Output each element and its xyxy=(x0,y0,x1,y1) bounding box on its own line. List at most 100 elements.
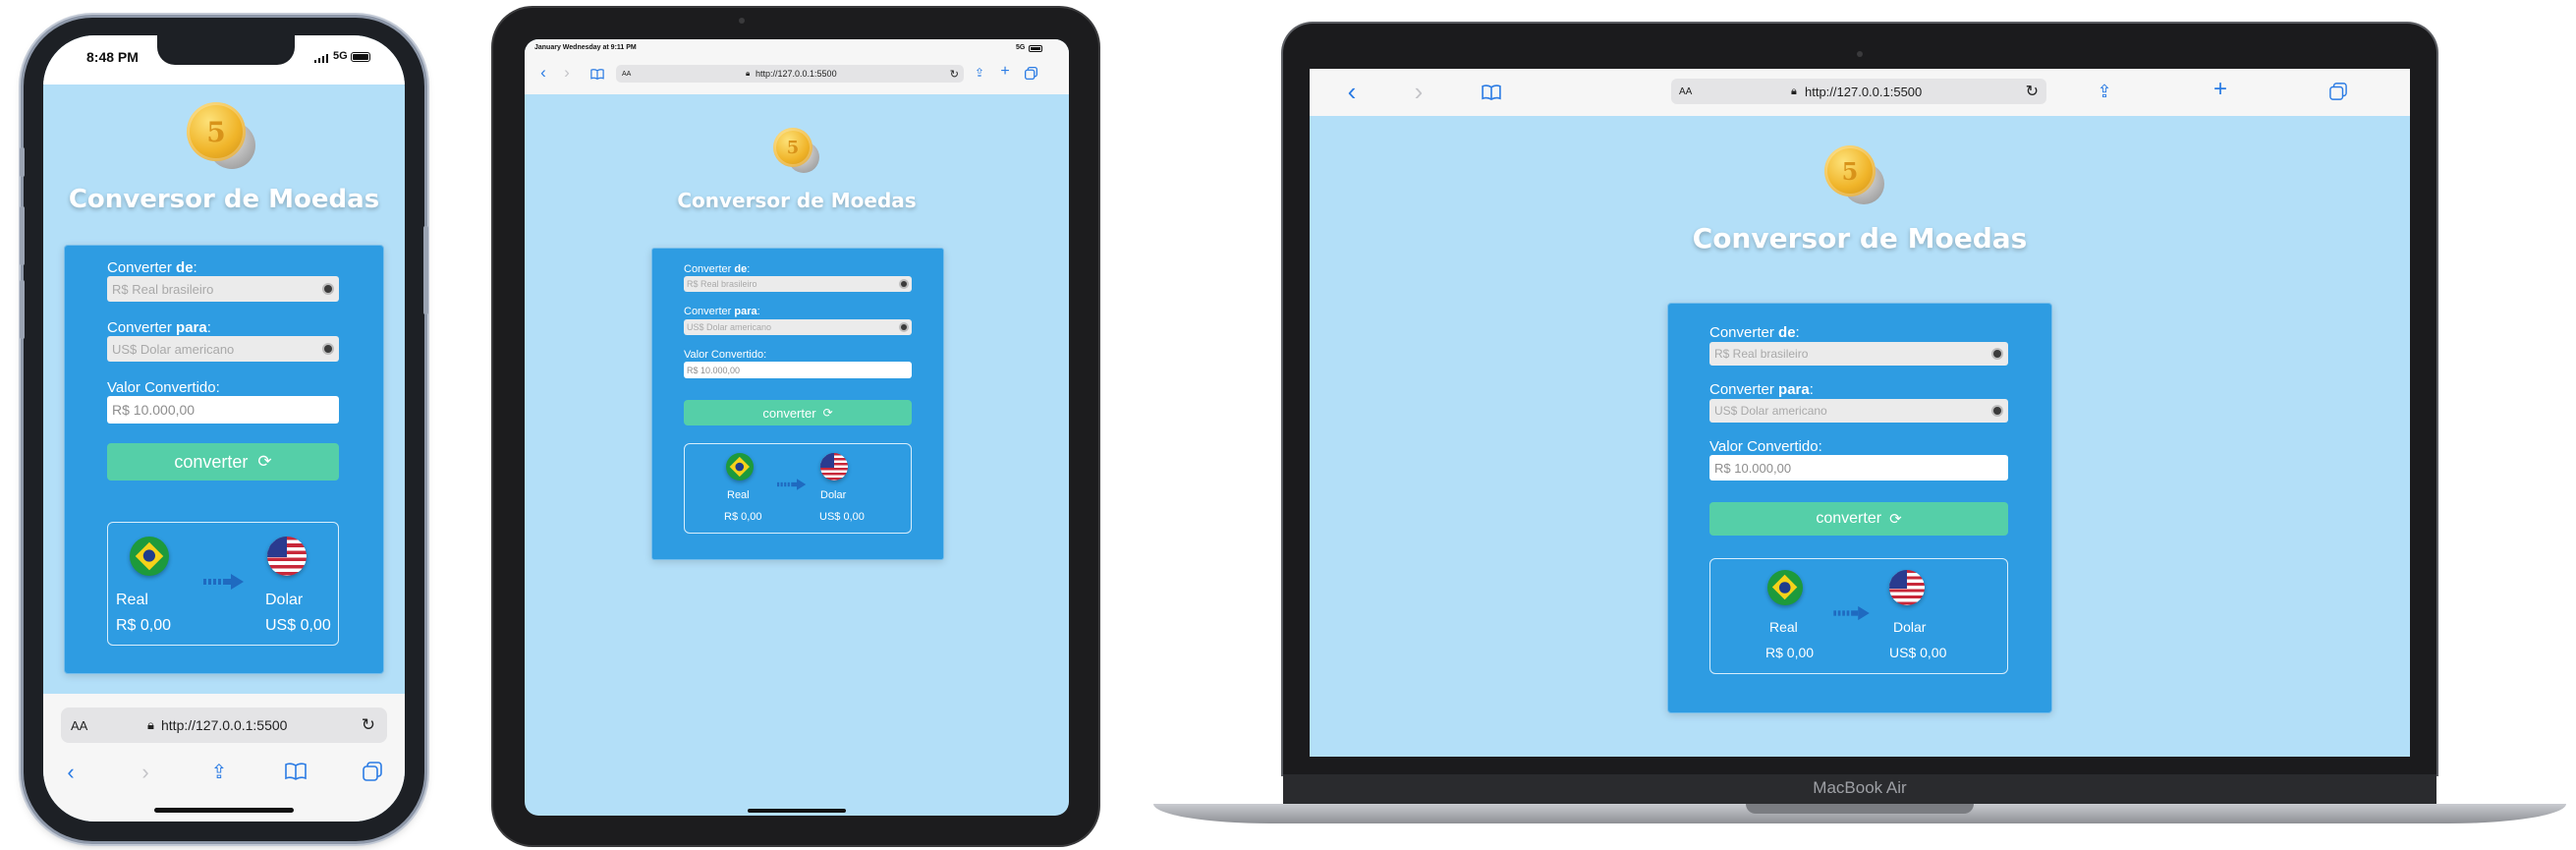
tablet-camera xyxy=(739,18,745,24)
text-size-button[interactable]: AA xyxy=(622,71,631,78)
address-bar[interactable]: AA 🔒︎ http://127.0.0.1:5500 ↻ xyxy=(616,65,964,83)
to-label: Converter para: xyxy=(684,306,760,317)
select-arrow-icon xyxy=(901,281,907,287)
tabs-icon[interactable] xyxy=(1024,66,1037,80)
from-currency-amount: R$ 0,00 xyxy=(1765,645,1815,660)
tabs-icon[interactable] xyxy=(2327,81,2349,102)
convert-button[interactable]: converter ⟳ xyxy=(107,443,339,481)
back-icon[interactable]: ‹ xyxy=(1341,77,1363,106)
brazil-flag-icon xyxy=(726,453,754,481)
text-size-button[interactable]: AA xyxy=(71,718,87,733)
to-currency-amount: US$ 0,00 xyxy=(819,511,865,523)
laptop-camera xyxy=(1857,51,1863,57)
lock-icon: 🔒︎ xyxy=(746,69,751,78)
coin-icon: 5 xyxy=(768,124,827,183)
page-title: Conversor de Moedas xyxy=(677,189,917,212)
convert-button-label: converter xyxy=(174,451,249,472)
to-currency-select[interactable]: US$ Dolar americano xyxy=(1709,399,2008,423)
converted-label: Valor Convertido: xyxy=(684,349,767,361)
laptop-screen: ‹ › AA 🔒︎ http://127.0.0.1:5500 ↻ ⇪ + 5 … xyxy=(1310,69,2410,757)
book-icon[interactable] xyxy=(1481,83,1502,102)
forward-icon[interactable]: › xyxy=(560,63,574,82)
macbook-opening-notch xyxy=(1746,804,1974,814)
address-bar[interactable]: AA 🔒︎ http://127.0.0.1:5500 ↻ xyxy=(61,708,387,743)
reload-icon[interactable]: ↻ xyxy=(950,68,959,81)
network-type: 5G xyxy=(333,50,348,62)
phone-silent-switch xyxy=(20,147,25,177)
share-icon[interactable]: ⇪ xyxy=(973,66,986,80)
sync-icon: ⟳ xyxy=(257,452,272,471)
page-title: Conversor de Moedas xyxy=(68,185,380,214)
tabs-icon[interactable] xyxy=(360,759,385,784)
page-title: Conversor de Moedas xyxy=(1692,222,2028,255)
tablet-network: 5G xyxy=(1016,44,1026,51)
from-currency-name: Real xyxy=(727,489,750,501)
brazil-flag-icon xyxy=(1767,570,1803,605)
converted-value-input[interactable]: R$ 10.000,00 xyxy=(684,362,912,378)
tablet-screen: January Wednesday at 9:11 PM 5G ‹ › AA 🔒… xyxy=(525,39,1069,816)
home-indicator xyxy=(748,809,846,813)
sync-icon: ⟳ xyxy=(822,406,833,420)
from-currency-amount: R$ 0,00 xyxy=(724,511,762,523)
signal-icon xyxy=(314,53,330,63)
from-currency-name: Real xyxy=(116,592,148,608)
converted-value-input[interactable]: R$ 10.000,00 xyxy=(107,396,339,424)
phone-power-button xyxy=(423,226,428,314)
select-arrow-icon xyxy=(324,345,332,353)
text-size-button[interactable]: AA xyxy=(1679,86,1692,97)
url-text: http://127.0.0.1:5500 xyxy=(1805,84,1923,99)
plus-icon[interactable]: + xyxy=(2210,76,2231,102)
lock-icon: 🔒︎ xyxy=(1791,85,1797,97)
share-icon[interactable]: ⇪ xyxy=(2094,81,2115,102)
phone-screen: 8:48 PM 5G 5 Conversor de Moedas Convert… xyxy=(43,35,405,822)
arrow-right-icon xyxy=(1833,605,1870,621)
phone-notch xyxy=(157,35,295,65)
battery-icon xyxy=(1029,45,1042,52)
share-icon[interactable]: ⇪ xyxy=(206,759,232,784)
converted-label: Valor Convertido: xyxy=(1709,438,1822,455)
reload-icon[interactable]: ↻ xyxy=(362,715,375,735)
forward-icon[interactable]: › xyxy=(1408,77,1429,106)
brazil-flag-icon xyxy=(130,537,169,576)
macbook-model-label: MacBook Air xyxy=(1813,778,1907,797)
select-arrow-icon xyxy=(1993,407,2001,415)
tablet-status-left: January Wednesday at 9:11 PM xyxy=(534,44,637,51)
to-currency-name: Dolar xyxy=(820,489,847,501)
select-arrow-icon xyxy=(901,324,907,330)
book-icon[interactable] xyxy=(283,759,308,784)
phone-volume-up xyxy=(20,206,25,265)
to-currency-select[interactable]: US$ Dolar americano xyxy=(107,336,339,362)
from-currency-amount: R$ 0,00 xyxy=(116,617,172,634)
coin-icon: 5 xyxy=(179,94,267,183)
from-currency-select[interactable]: R$ Real brasileiro xyxy=(1709,342,2008,366)
back-icon[interactable]: ‹ xyxy=(536,63,550,82)
address-bar[interactable]: AA 🔒︎ http://127.0.0.1:5500 ↻ xyxy=(1671,79,2046,104)
to-currency-amount: US$ 0,00 xyxy=(265,617,331,634)
convert-button[interactable]: converter ⟳ xyxy=(1709,502,2008,536)
from-currency-select[interactable]: R$ Real brasileiro xyxy=(684,276,912,292)
converted-label: Valor Convertido: xyxy=(107,379,220,396)
from-label: Converter de: xyxy=(107,259,197,276)
battery-icon xyxy=(351,52,370,62)
usa-flag-icon xyxy=(1889,570,1925,605)
phone-time: 8:48 PM xyxy=(86,49,139,65)
forward-icon[interactable]: › xyxy=(134,760,157,784)
convert-button[interactable]: converter ⟳ xyxy=(684,400,912,425)
home-indicator xyxy=(154,808,294,813)
usa-flag-icon xyxy=(267,537,307,576)
url-text: http://127.0.0.1:5500 xyxy=(161,717,288,733)
to-label: Converter para: xyxy=(1709,381,1814,398)
to-currency-select[interactable]: US$ Dolar americano xyxy=(684,319,912,335)
select-arrow-icon xyxy=(324,285,332,293)
convert-button-label: converter xyxy=(762,405,816,421)
url-text: http://127.0.0.1:5500 xyxy=(756,69,837,79)
reload-icon[interactable]: ↻ xyxy=(2026,82,2039,101)
book-icon[interactable] xyxy=(589,67,605,81)
plus-icon[interactable]: + xyxy=(998,63,1012,80)
coin-icon: 5 xyxy=(1818,140,1896,218)
from-currency-select[interactable]: R$ Real brasileiro xyxy=(107,276,339,302)
converted-value-input[interactable]: R$ 10.000,00 xyxy=(1709,455,2008,481)
to-currency-name: Dolar xyxy=(265,592,304,608)
phone-volume-down xyxy=(20,280,25,339)
back-icon[interactable]: ‹ xyxy=(59,760,83,784)
